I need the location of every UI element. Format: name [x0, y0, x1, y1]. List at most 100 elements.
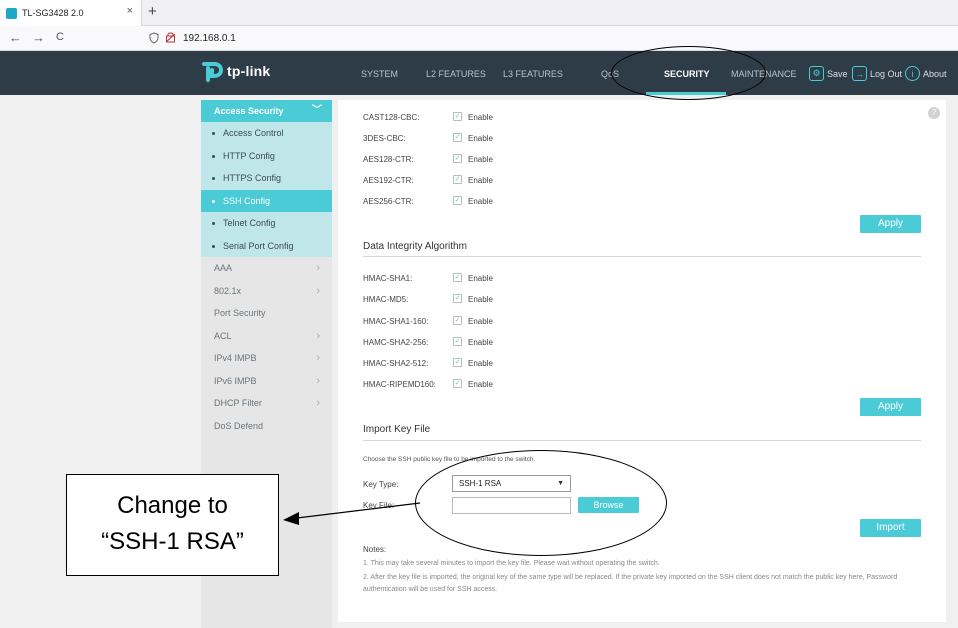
sidebar-item-label: AAA: [214, 263, 233, 273]
sidebar-item-8021x[interactable]: 802.1x ›: [201, 280, 332, 303]
hmac-label: HAMC-SHA2-256:: [363, 338, 429, 347]
hmac-label: HMAC-SHA1:: [363, 274, 413, 283]
enable-checkbox[interactable]: ✓: [453, 273, 462, 282]
tplink-logo: tp-link: [200, 60, 270, 82]
enable-checkbox[interactable]: ✓: [453, 379, 462, 388]
sidebar-item-label: DHCP Filter: [214, 398, 262, 408]
highlight-ellipse-key-type: [415, 450, 667, 556]
save-icon: ⚙: [809, 66, 824, 81]
cipher-label: AES128-CTR:: [363, 155, 414, 164]
sidebar-item-dhcp-filter[interactable]: DHCP Filter ›: [201, 392, 332, 415]
sidebar-item-ipv4-impb[interactable]: IPv4 IMPB ›: [201, 347, 332, 370]
enable-checkbox[interactable]: ✓: [453, 112, 462, 121]
apply-encryption-button[interactable]: Apply: [860, 215, 921, 233]
enable-label: Enable: [468, 197, 493, 206]
chevron-right-icon: ›: [316, 329, 320, 342]
hmac-label: HMAC-SHA1-160:: [363, 317, 429, 326]
logout-label: Log Out: [870, 68, 903, 79]
divider: [363, 256, 921, 257]
chevron-right-icon: ›: [316, 262, 320, 274]
chevron-right-icon: ›: [316, 352, 320, 364]
sidebar-item-ipv6-impb[interactable]: IPv6 IMPB ›: [201, 370, 332, 393]
tab-title: TL-SG3428 2.0: [22, 8, 84, 18]
enable-checkbox[interactable]: ✓: [453, 316, 462, 325]
enable-checkbox[interactable]: ✓: [453, 154, 462, 163]
enable-checkbox[interactable]: ✓: [453, 133, 462, 142]
enable-label: Enable: [468, 295, 493, 304]
sidebar-item-ssh-config[interactable]: SSH Config: [201, 189, 332, 212]
sidebar-item-label: IPv6 IMPB: [214, 375, 257, 386]
sidebar-item-label: SSH Config: [223, 195, 271, 206]
sidebar-item-access-control[interactable]: Access Control: [201, 122, 332, 145]
enable-label: Enable: [468, 274, 493, 283]
cipher-label: 3DES-CBC:: [363, 134, 406, 143]
bullet-icon: [212, 199, 215, 203]
sidebar-item-port-security[interactable]: Port Security: [201, 302, 332, 325]
info-icon: i: [905, 66, 920, 81]
insecure-lock-icon: [165, 32, 176, 43]
reload-icon[interactable]: C: [56, 31, 64, 43]
logout-icon: →: [852, 66, 867, 81]
sidebar-item-label: Serial Port Config: [223, 240, 294, 251]
enable-label: Enable: [468, 317, 493, 326]
bullet-icon: [212, 132, 215, 136]
import-button[interactable]: Import: [860, 519, 921, 537]
bullet-icon: [212, 244, 215, 248]
menu-l3-features[interactable]: L3 FEATURES: [503, 69, 563, 79]
top-header: tp-link SYSTEM L2 FEATURES L3 FEATURES Q…: [0, 51, 958, 95]
browser-tab[interactable]: TL-SG3428 2.0 ×: [0, 0, 142, 26]
address-url[interactable]: 192.168.0.1: [183, 33, 236, 44]
section-title-import-key: Import Key File: [363, 424, 431, 435]
cipher-label: CAST128-CBC:: [363, 113, 420, 122]
menu-l2-features[interactable]: L2 FEATURES: [426, 69, 486, 79]
enable-label: Enable: [468, 176, 493, 185]
browser-nav-bar: ← → C 192.168.0.1: [0, 26, 958, 51]
save-button[interactable]: ⚙ Save: [809, 66, 848, 81]
tab-close-icon[interactable]: ×: [127, 5, 133, 17]
help-icon[interactable]: ?: [928, 107, 940, 119]
sidebar-item-aaa[interactable]: AAA ›: [201, 257, 332, 280]
sidebar-group-access-security[interactable]: Access Security ﹀: [201, 100, 332, 122]
sidebar-item-label: HTTPS Config: [223, 173, 282, 183]
bullet-icon: [212, 177, 215, 181]
sidebar-item-dos-defend[interactable]: DoS Defend: [201, 415, 332, 438]
cipher-label: AES256-CTR:: [363, 197, 414, 206]
sidebar-item-http-config[interactable]: HTTP Config: [201, 144, 332, 167]
new-tab-button[interactable]: +: [148, 3, 157, 20]
save-label: Save: [827, 68, 848, 79]
chevron-down-icon: ﹀: [312, 105, 322, 116]
enable-checkbox[interactable]: ✓: [453, 358, 462, 367]
highlight-ellipse-security: [611, 46, 766, 100]
apply-integrity-button[interactable]: Apply: [860, 398, 921, 416]
sidebar-item-telnet-config[interactable]: Telnet Config: [201, 212, 332, 235]
callout-line-2: “SSH-1 RSA”: [101, 528, 244, 555]
sidebar-item-label: Port Security: [214, 308, 266, 318]
sidebar-group-label: Access Security: [214, 106, 284, 116]
enable-checkbox[interactable]: ✓: [453, 294, 462, 303]
back-icon[interactable]: ←: [9, 30, 22, 45]
main-content: [338, 100, 946, 622]
browser-tab-bar: TL-SG3428 2.0 × +: [0, 0, 958, 26]
sidebar-item-label: Telnet Config: [223, 218, 276, 228]
sidebar-item-acl[interactable]: ACL ›: [201, 325, 332, 348]
sidebar-item-label: 802.1x: [214, 285, 242, 296]
sidebar-item-label: DoS Defend: [214, 420, 264, 431]
sidebar-item-https-config[interactable]: HTTPS Config: [201, 167, 332, 190]
enable-checkbox[interactable]: ✓: [453, 175, 462, 184]
logout-button[interactable]: → Log Out: [852, 66, 902, 81]
sidebar-item-label: HTTP Config: [223, 150, 275, 161]
enable-checkbox[interactable]: ✓: [453, 337, 462, 346]
tplink-favicon-icon: [6, 7, 17, 19]
enable-label: Enable: [468, 113, 493, 122]
enable-checkbox[interactable]: ✓: [453, 196, 462, 205]
forward-icon[interactable]: →: [32, 30, 45, 45]
sidebar-item-label: Access Control: [223, 128, 284, 138]
note-item: 1. This may take several minutes to impo…: [363, 560, 660, 567]
about-button[interactable]: i About: [905, 66, 947, 81]
sidebar-item-label: ACL: [214, 330, 232, 341]
enable-label: Enable: [468, 359, 493, 368]
sidebar-item-serial-port-config[interactable]: Serial Port Config: [201, 234, 332, 257]
shield-icon: [149, 32, 159, 44]
menu-system[interactable]: SYSTEM: [361, 69, 398, 79]
chevron-right-icon: ›: [316, 374, 320, 387]
